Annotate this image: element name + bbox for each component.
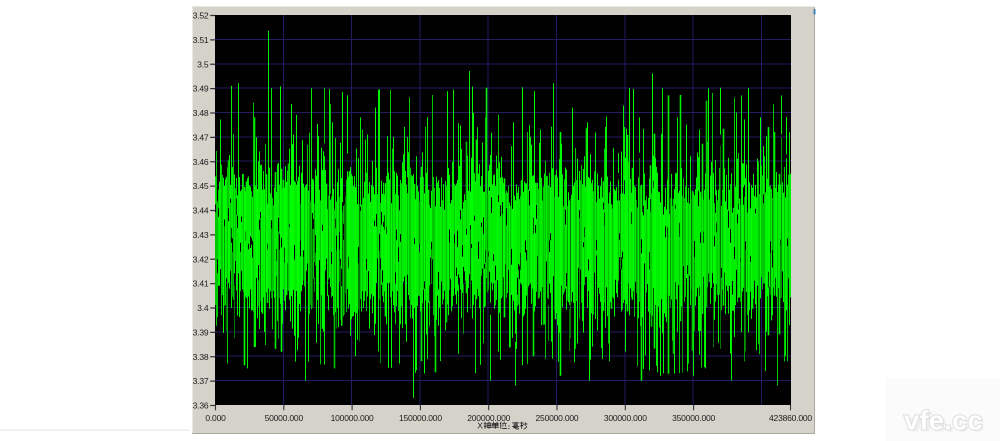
svg-text:3.49: 3.49 bbox=[193, 84, 209, 94]
svg-text:200000.000: 200000.000 bbox=[467, 413, 510, 423]
svg-text:3.41: 3.41 bbox=[193, 279, 209, 289]
svg-text:100000.000: 100000.000 bbox=[331, 413, 374, 423]
svg-text:350000.000: 350000.000 bbox=[672, 413, 715, 423]
svg-text:3.46: 3.46 bbox=[193, 157, 209, 167]
svg-text:3.48: 3.48 bbox=[193, 108, 209, 118]
svg-text:250000.000: 250000.000 bbox=[536, 413, 579, 423]
svg-text:3.4: 3.4 bbox=[197, 303, 209, 313]
svg-text:423860.000: 423860.000 bbox=[769, 413, 812, 423]
svg-text:300000.000: 300000.000 bbox=[604, 413, 647, 423]
svg-text:3.42: 3.42 bbox=[193, 254, 209, 264]
svg-text:3.39: 3.39 bbox=[193, 327, 209, 337]
svg-text:3.43: 3.43 bbox=[193, 230, 209, 240]
svg-text:3.47: 3.47 bbox=[193, 132, 209, 142]
svg-text:3.5: 3.5 bbox=[197, 59, 209, 69]
svg-text:50000.000: 50000.000 bbox=[265, 413, 304, 423]
svg-text:3.37: 3.37 bbox=[193, 376, 209, 386]
svg-text:3.36: 3.36 bbox=[193, 401, 209, 411]
svg-text:3.51: 3.51 bbox=[193, 35, 209, 45]
svg-text:150000.000: 150000.000 bbox=[399, 413, 442, 423]
svg-text:0.000: 0.000 bbox=[205, 413, 226, 423]
svg-text:3.52: 3.52 bbox=[193, 11, 209, 21]
svg-text:3.45: 3.45 bbox=[193, 181, 209, 191]
svg-text:X: X bbox=[477, 421, 483, 431]
svg-text:3.38: 3.38 bbox=[193, 352, 209, 362]
svg-text:vfe.cc: vfe.cc bbox=[904, 406, 983, 436]
svg-text:3.44: 3.44 bbox=[193, 206, 209, 216]
